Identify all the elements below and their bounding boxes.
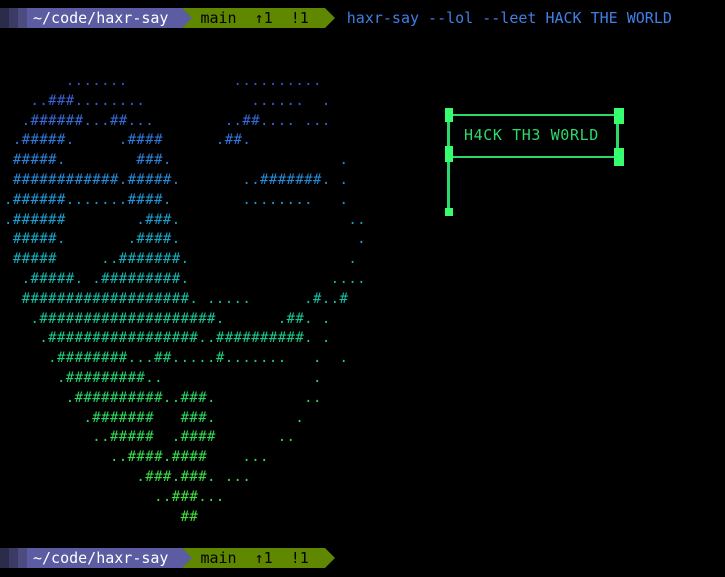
- git-ahead-count: ↑1: [254, 549, 273, 567]
- prompt-git-segment: main ↑1 !1: [182, 548, 336, 568]
- ascii-art-line: .######...##... ..##.... ...: [4, 112, 331, 129]
- ascii-art-line: .###.###. ...: [4, 468, 252, 485]
- git-modified-count: !1: [290, 9, 309, 27]
- ascii-art-line: .####################. .##. .: [4, 310, 331, 327]
- prompt-path-segment: ~/code/haxr-say: [27, 8, 193, 28]
- ascii-art-line: ############.#####. ..#######. .: [4, 171, 349, 188]
- ascii-art-mask: ....... .......... ..###........ ...... …: [4, 72, 366, 527]
- ascii-art-line: .####### ###. .: [4, 409, 305, 426]
- ascii-art-line: .#################..##########. .: [4, 330, 331, 347]
- flag-corner-marker: [614, 108, 624, 124]
- flag-corner-marker: [445, 146, 453, 162]
- prompt-path-segment: ~/code/haxr-say: [27, 548, 193, 568]
- ascii-art-line: .#########.. .: [4, 369, 322, 386]
- git-ahead-count: ↑1: [254, 9, 273, 27]
- ascii-art-line: .########...##.....#....... . .: [4, 350, 349, 367]
- ascii-art-line: .###### .###. ..: [4, 211, 366, 228]
- ascii-art-line: #####. ###. .: [4, 152, 349, 169]
- prompt-git-segment: main ↑1 !1: [182, 8, 336, 28]
- ascii-art-line: ..####.#### ...: [4, 449, 269, 466]
- git-modified-count: !1: [290, 549, 309, 567]
- ascii-flag: H4CK TH3 W0RLD: [440, 106, 630, 218]
- flag-corner-marker: [445, 208, 453, 216]
- typed-command: haxr-say --lol --leet HACK THE WORLD: [346, 9, 672, 27]
- ascii-art-line: ###################. ..... .#..#: [4, 290, 349, 307]
- ascii-art-line: ##### ..#######. .: [4, 251, 358, 268]
- ascii-art-line: ..##### .#### ..: [4, 429, 296, 446]
- flag-corner-marker: [614, 148, 624, 166]
- ascii-art-line: ....... ..........: [4, 73, 322, 89]
- ascii-art-line: ##: [4, 508, 199, 525]
- git-branch: main: [200, 9, 237, 27]
- flag-text: H4CK TH3 W0RLD: [464, 126, 599, 144]
- ascii-art-line: .##########..###. ..: [4, 389, 322, 406]
- ascii-art-line: ..###...: [4, 488, 225, 505]
- prompt-line-top: ~/code/haxr-say main ↑1 !1 haxr-say --lo…: [0, 8, 672, 28]
- ascii-art-line: ..###........ ...... .: [4, 92, 331, 109]
- git-branch: main: [200, 549, 237, 567]
- ascii-art-line: .######.......####. ........ .: [4, 191, 349, 208]
- prompt-decoration-blocks: [0, 8, 27, 28]
- flag-corner-marker: [445, 108, 453, 122]
- ascii-art-line: .#####. .#########. ....: [4, 270, 366, 287]
- ascii-art-line: .#####. .#### .##.: [4, 132, 252, 149]
- ascii-art-line: #####. .####. .: [4, 231, 366, 248]
- prompt-line-bottom[interactable]: ~/code/haxr-say main ↑1 !1: [0, 548, 336, 568]
- prompt-decoration-blocks: [0, 548, 27, 568]
